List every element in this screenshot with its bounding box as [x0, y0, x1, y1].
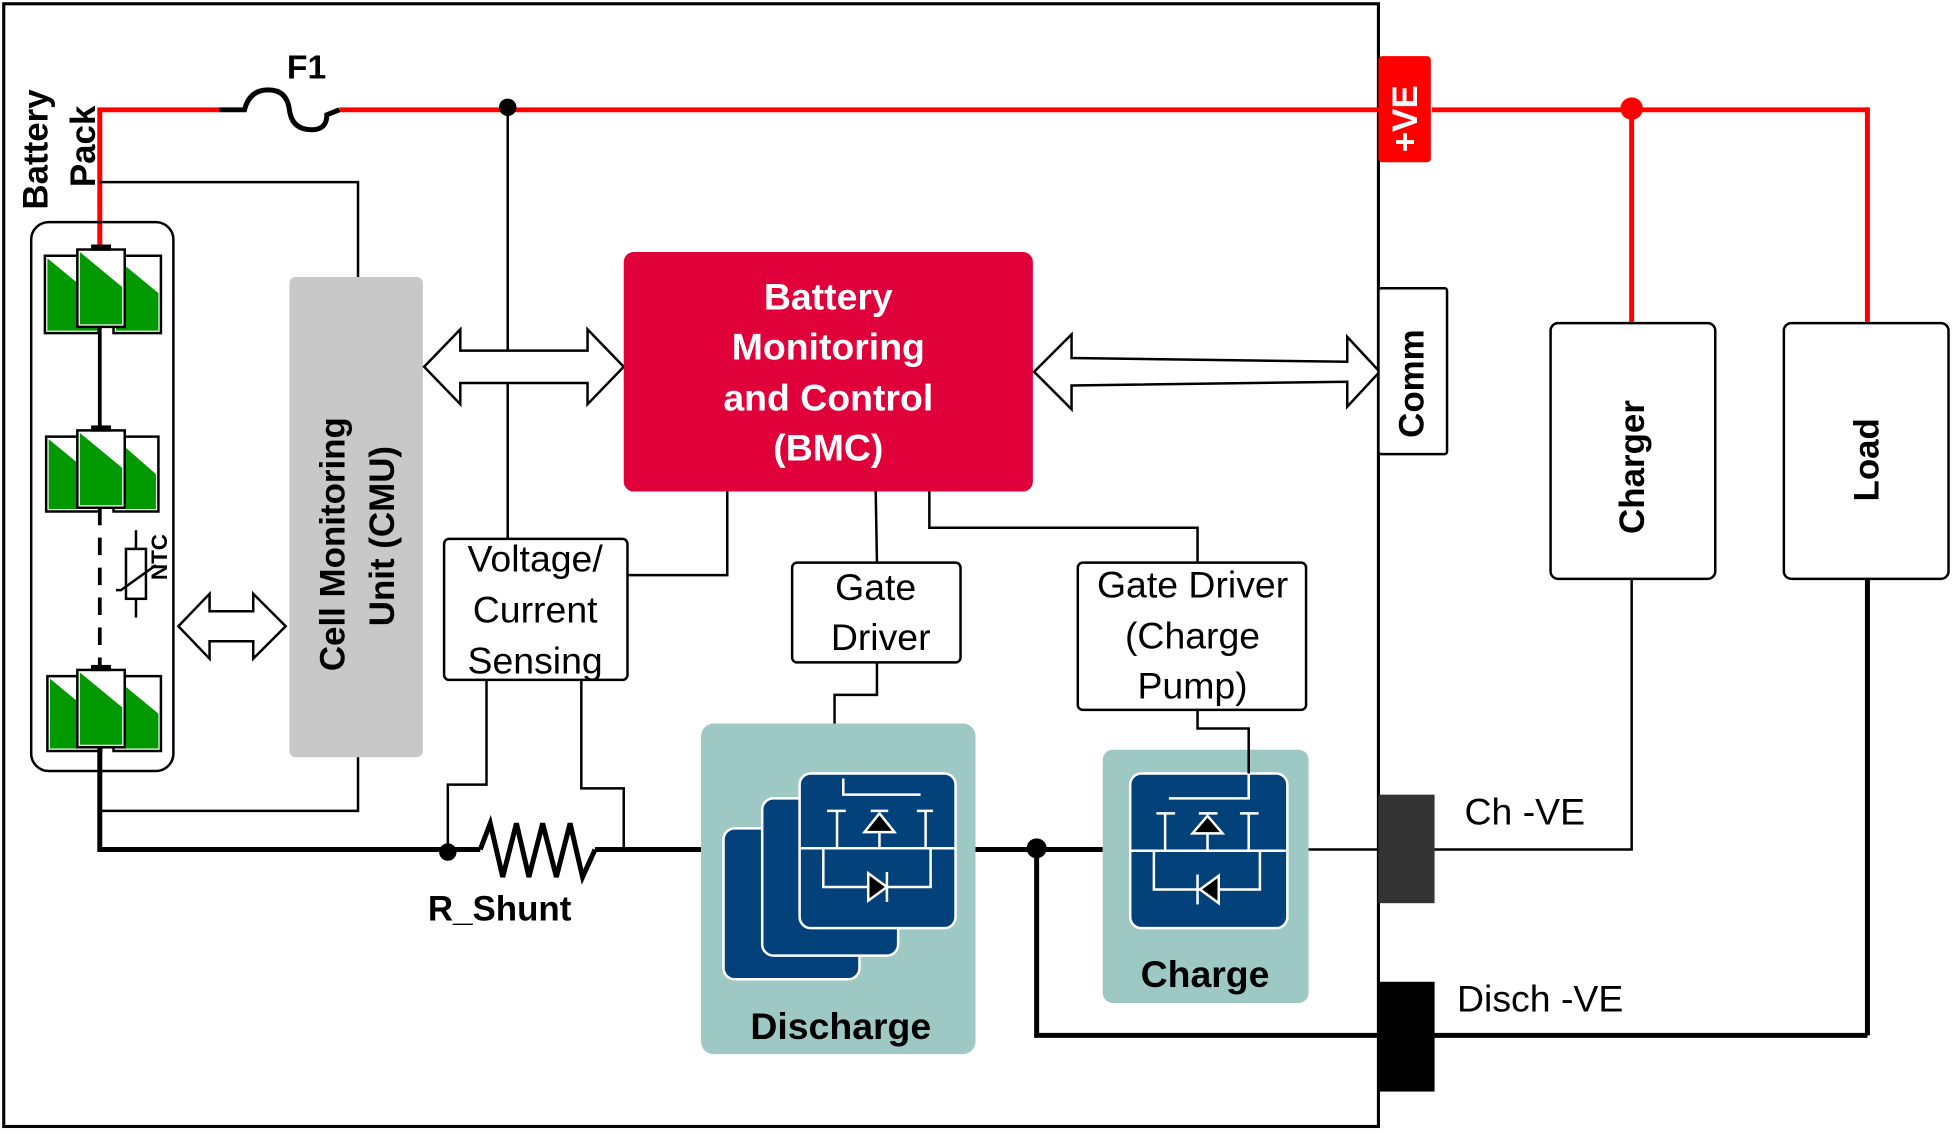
cell-group-middle — [44, 425, 160, 513]
bmc-label-line3: and Control — [723, 376, 933, 418]
bms-diagram: Battery Pack F1 +VE NTC Cell Monitoring … — [2, 2, 1950, 1129]
gate-driver-label-line1: Gate — [835, 566, 916, 608]
shunt-sense-wire-left — [446, 679, 488, 850]
gate-driver-discharge-wire — [833, 662, 879, 724]
cmu-bottom-wire — [99, 757, 360, 813]
fuse-label: F1 — [287, 50, 326, 87]
fuse-icon — [219, 87, 341, 133]
ch-neg-label: Ch -VE — [1465, 791, 1586, 833]
cell-group-top — [43, 244, 163, 335]
gate-driver-cp-label-line3: Pump) — [1137, 665, 1247, 707]
load-label: Load — [1848, 418, 1887, 501]
bmc-sensing-wire — [627, 491, 729, 577]
cmu-block — [289, 276, 423, 758]
charge-mosfet-icon — [1128, 772, 1289, 930]
cmu-label-line2: Unit (CMU) — [363, 446, 402, 626]
disch-neg-label: Disch -VE — [1457, 978, 1623, 1020]
charger-label: Charger — [1613, 400, 1652, 534]
sensing-label-line1: Voltage/ — [468, 537, 604, 579]
sensing-label-line3: Sensing — [468, 640, 603, 682]
gate-driver-cp-label-line1: Gate Driver — [1097, 564, 1288, 606]
sensing-label-line2: Current — [473, 589, 598, 631]
discharge-label: Discharge — [750, 1005, 931, 1047]
bmc-gate-driver-wire — [874, 491, 879, 563]
bmc-label-line4: (BMC) — [773, 426, 883, 468]
battery-pack-label-line1: Battery — [16, 89, 55, 210]
shunt-label: R_Shunt — [428, 890, 572, 929]
gate-driver-label-line2: Driver — [831, 616, 931, 658]
battery-pack-label-line2: Pack — [64, 105, 103, 187]
junction-dot — [1620, 97, 1643, 120]
shunt-resistor-icon — [477, 814, 598, 885]
bmc-gate-driver-cp-wire — [928, 491, 1199, 563]
gate-driver-cp-label-line2: (Charge — [1125, 615, 1260, 657]
positive-terminal-label: +VE — [1386, 85, 1425, 152]
bmc-label-line1: Battery — [764, 275, 893, 317]
cmu-bmc-arrow — [422, 326, 626, 408]
cmu-label-line1: Cell Monitoring — [313, 417, 352, 671]
ntc-label: NTC — [147, 534, 172, 580]
ch-neg-connector — [1378, 794, 1435, 904]
pack-cmu-arrow — [176, 590, 288, 662]
bmc-label-line2: Monitoring — [732, 325, 925, 367]
cell-group-bottom — [46, 664, 163, 753]
junction-dot — [1026, 838, 1047, 859]
disch-neg-connector — [1378, 981, 1435, 1092]
bmc-comm-arrow — [1032, 331, 1382, 413]
charge-label: Charge — [1141, 953, 1270, 995]
comm-label: Comm — [1392, 329, 1431, 438]
shunt-sense-wire-right — [580, 679, 625, 850]
